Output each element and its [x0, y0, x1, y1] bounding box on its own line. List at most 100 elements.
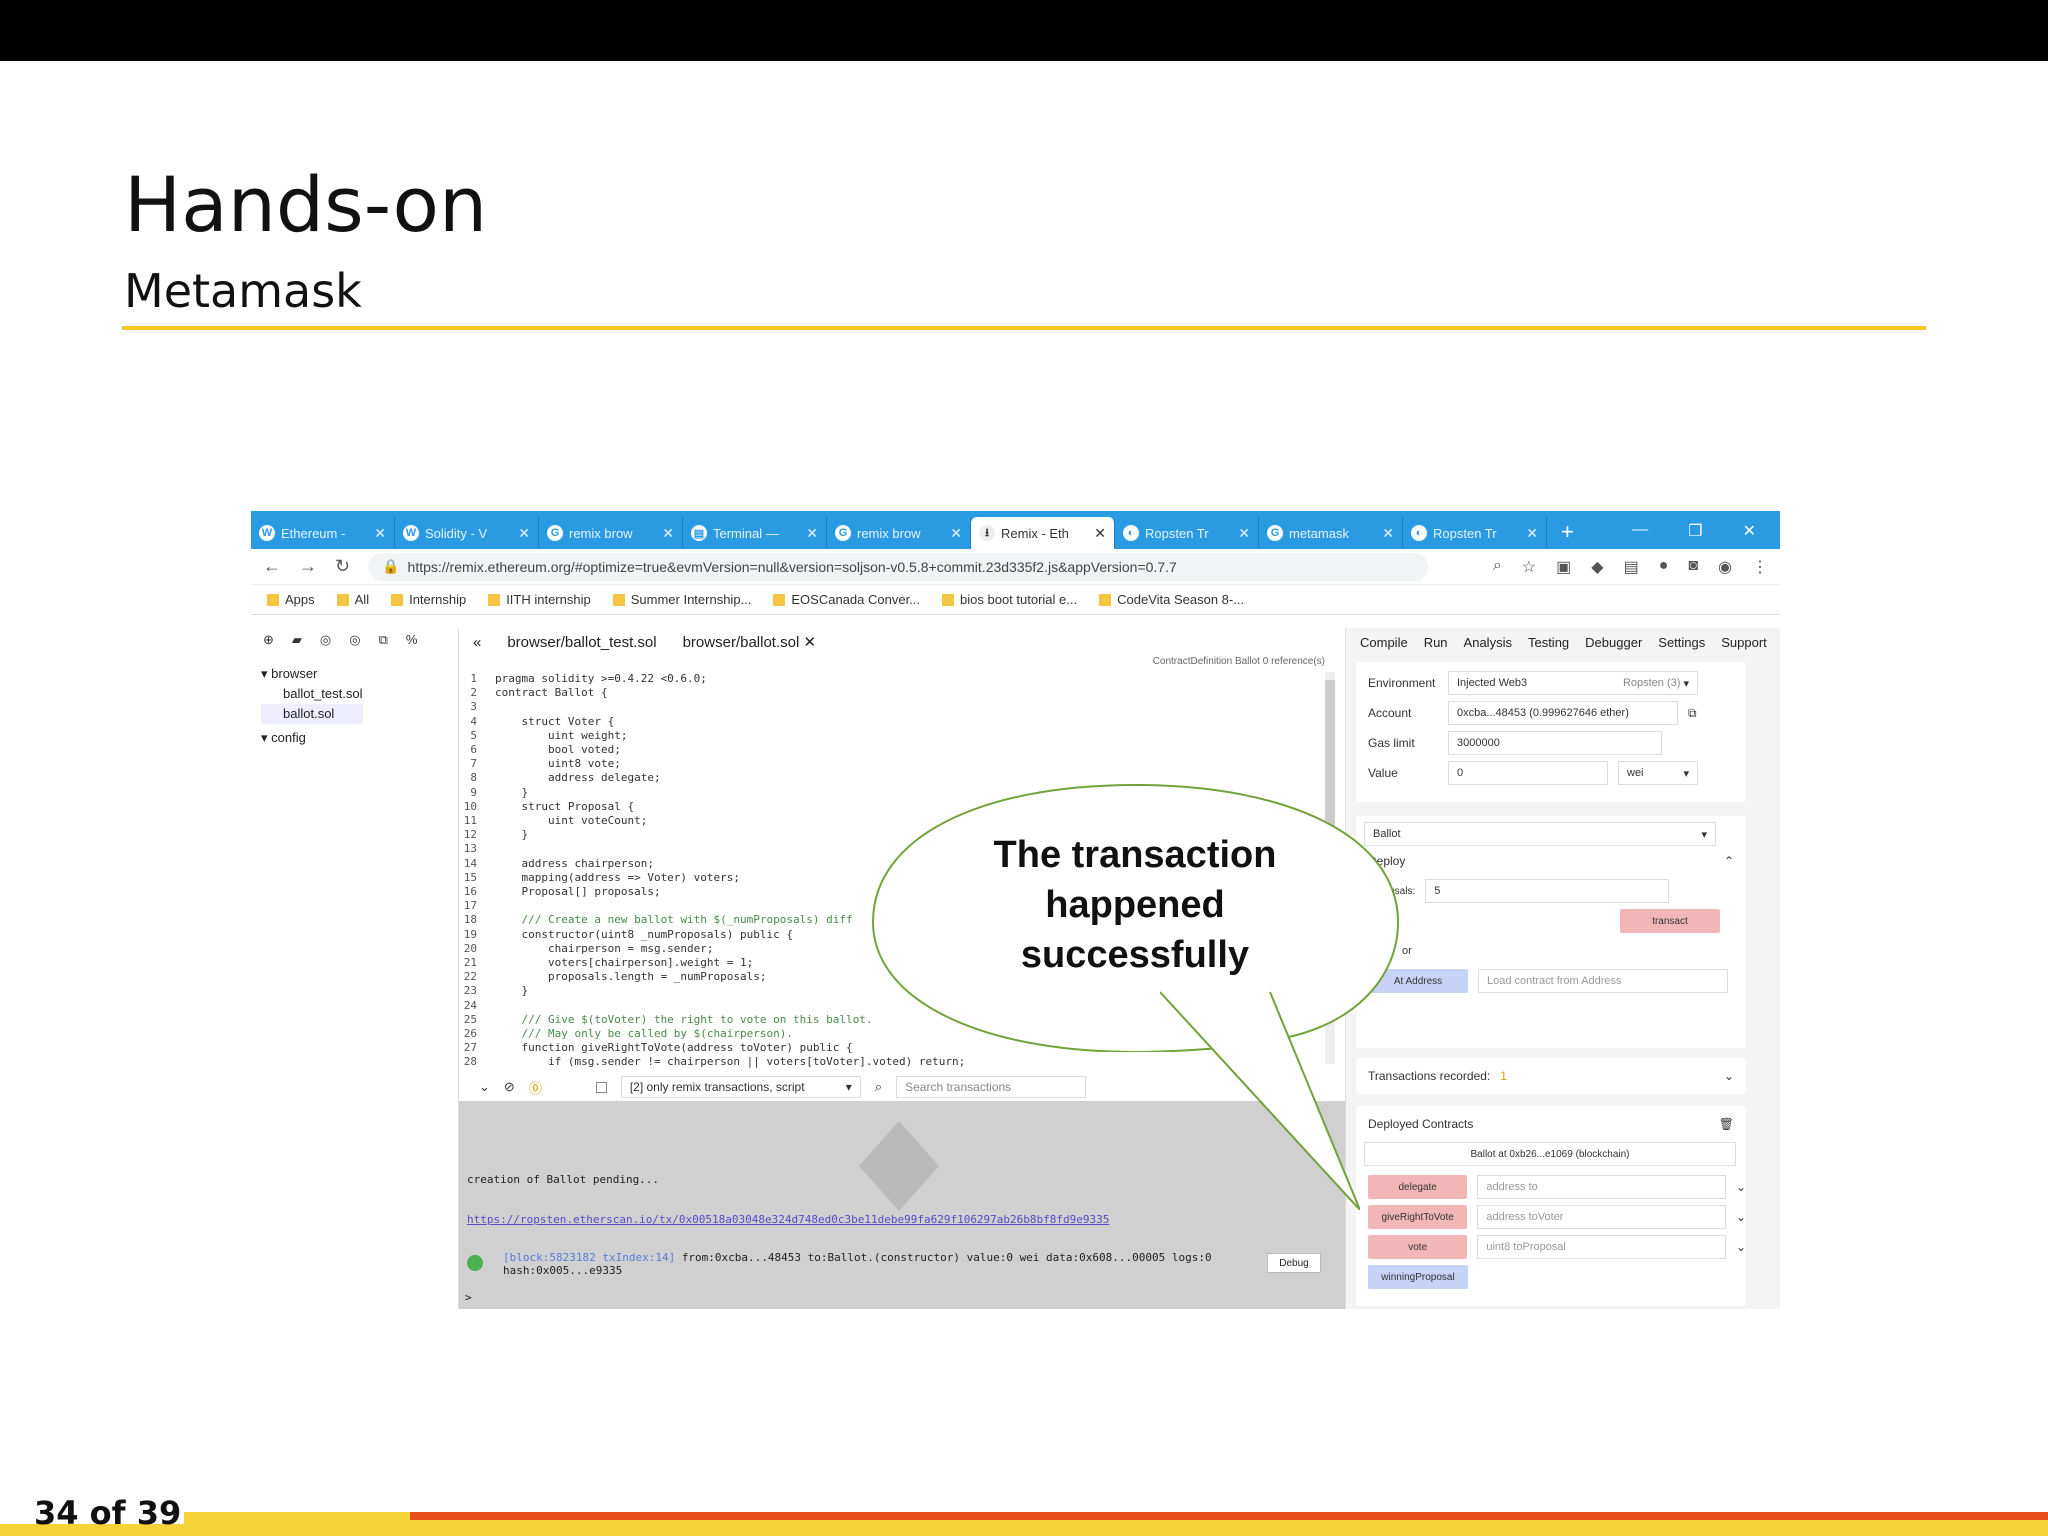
contract-select[interactable]: Ballot ▾ [1364, 822, 1716, 846]
run-tab[interactable]: Support [1721, 635, 1767, 650]
run-tab[interactable]: Settings [1658, 635, 1705, 650]
open-folder-icon[interactable]: ▰ [292, 632, 302, 648]
browser-tab[interactable]: ⭳ Remix - Eth ✕ [971, 517, 1115, 549]
chevron-down-icon[interactable]: ⌄ [1736, 1180, 1746, 1194]
function-input[interactable]: address toVoter [1477, 1205, 1726, 1229]
value-input[interactable]: 0 [1448, 761, 1608, 785]
copy-icon[interactable]: ⧉ [379, 632, 388, 648]
bookmark-item[interactable]: CodeVita Season 8-... [1099, 592, 1244, 607]
bookmark-item[interactable]: All [336, 592, 369, 607]
file-ballot-test[interactable]: ballot_test.sol [261, 684, 363, 704]
browser-tab[interactable]: W Ethereum - ✕ [251, 517, 395, 549]
tab-ballot-test[interactable]: browser/ballot_test.sol [507, 634, 656, 651]
slide-title: Hands-on [124, 160, 488, 249]
close-tab-icon[interactable]: ✕ [1526, 525, 1538, 542]
close-icon[interactable]: ✕ [803, 634, 816, 651]
deployed-instance[interactable]: Ballot at 0xb26...e1069 (blockchain) [1364, 1142, 1736, 1166]
metamask-icon[interactable]: ◆ [1591, 557, 1603, 577]
close-window-icon[interactable]: ✕ [1743, 521, 1756, 541]
collapse-terminal-icon[interactable]: ⌄ [479, 1079, 490, 1095]
transact-button[interactable]: transact [1620, 909, 1720, 933]
chevron-down-icon[interactable]: ⌄ [1736, 1210, 1746, 1224]
bookmark-item[interactable]: Internship [391, 592, 466, 607]
browser-tab[interactable]: ▤ Terminal — ✕ [683, 517, 827, 549]
search-transactions-input[interactable]: Search transactions [896, 1076, 1087, 1098]
transactions-recorded[interactable]: Transactions recorded: 1 ⌄ [1356, 1058, 1746, 1094]
browser-tab[interactable]: Gmetamask ✕ [1259, 517, 1403, 549]
file-ballot[interactable]: ballot.sol [261, 704, 363, 724]
debug-button[interactable]: Debug [1267, 1253, 1321, 1273]
close-tab-icon[interactable]: ✕ [662, 525, 674, 542]
gas-limit-input[interactable]: 3000000 [1448, 731, 1662, 755]
folder-config[interactable]: ▾ config [261, 728, 363, 748]
account-select[interactable]: 0xcba...48453 (0.999627646 ether) [1448, 701, 1678, 725]
function-button[interactable]: winningProposal [1368, 1265, 1468, 1289]
grammarly-icon[interactable]: ● [1659, 557, 1669, 577]
tx-log[interactable]: [block:5823182 txIndex:14] from:0xcba...… [503, 1251, 1212, 1277]
github-icon[interactable]: ◎ [349, 632, 360, 648]
minimize-icon[interactable]: — [1632, 521, 1648, 541]
run-tab[interactable]: Testing [1528, 635, 1569, 650]
bookmark-item[interactable]: bios boot tutorial e... [942, 592, 1077, 607]
extension-icon[interactable]: ▣ [1556, 557, 1571, 577]
url-field[interactable]: 🔒 https://remix.ethereum.org/#optimize=t… [368, 552, 1429, 581]
tab-ballot[interactable]: browser/ballot.sol ✕ [683, 633, 816, 651]
forward-icon[interactable]: → [299, 556, 317, 577]
restore-icon[interactable]: ❐ [1688, 521, 1702, 541]
clear-icon[interactable]: ⊘ [504, 1079, 515, 1095]
zoom-icon[interactable]: ⌕ [1493, 557, 1502, 577]
function-button[interactable]: giveRightToVote [1368, 1205, 1468, 1229]
unit-select[interactable]: wei ▾ [1618, 761, 1698, 785]
close-tab-icon[interactable]: ✕ [518, 525, 530, 542]
extension-icon[interactable]: ▤ [1624, 557, 1639, 577]
copy-icon[interactable]: ⧉ [1688, 706, 1697, 721]
run-tab[interactable]: Run [1424, 635, 1448, 650]
run-tab[interactable]: Analysis [1464, 635, 1512, 650]
function-button[interactable]: vote [1368, 1235, 1468, 1259]
function-button[interactable]: delegate [1368, 1175, 1468, 1199]
function-input[interactable]: address to [1477, 1175, 1726, 1199]
etherscan-link[interactable]: https://ropsten.etherscan.io/tx/0x00518a… [467, 1213, 1109, 1226]
at-address-input[interactable]: Load contract from Address [1478, 969, 1728, 993]
close-tab-icon[interactable]: ✕ [806, 525, 818, 542]
profile-icon[interactable]: ◉ [1718, 557, 1732, 577]
function-input[interactable]: uint8 toProposal [1477, 1235, 1726, 1259]
browser-tab[interactable]: W Solidity - V ✕ [395, 517, 539, 549]
close-tab-icon[interactable]: ✕ [1382, 525, 1394, 542]
add-file-icon[interactable]: ⊕ [263, 632, 274, 648]
github-icon[interactable]: ◎ [320, 632, 331, 648]
link-icon[interactable]: % [406, 632, 418, 648]
reload-icon[interactable]: ↻ [335, 556, 350, 577]
bookmark-item[interactable]: EOSCanada Conver... [773, 592, 920, 607]
camera-icon[interactable]: ◙ [1688, 557, 1698, 577]
close-tab-icon[interactable]: ✕ [374, 525, 386, 542]
browser-tab[interactable]: ◐ Ropsten Tr ✕ [1403, 517, 1547, 549]
folder-browser[interactable]: ▾ browser [261, 664, 363, 684]
deploy-card: Ballot▾ Deploy⌃ Proposals: 5 transact or… [1356, 816, 1746, 1048]
close-tab-icon[interactable]: ✕ [1238, 525, 1250, 542]
terminal-filter-select[interactable]: [2] only remix transactions, script ▾ [620, 1076, 861, 1098]
trash-icon[interactable]: 🗑 [1719, 1117, 1746, 1131]
close-tab-icon[interactable]: ✕ [1094, 525, 1106, 542]
new-tab-button[interactable]: + [1547, 519, 1588, 549]
browser-tab[interactable]: Gremix brow ✕ [827, 517, 971, 549]
proposals-input[interactable]: 5 [1425, 879, 1670, 903]
listen-checkbox[interactable] [595, 1081, 607, 1093]
contract-function-row: delegate address to ⌄ [1356, 1172, 1746, 1202]
menu-icon[interactable]: ⋮ [1752, 557, 1768, 577]
bookmark-item[interactable]: IITH internship [488, 592, 591, 607]
bookmark-item[interactable]: Summer Internship... [612, 592, 751, 607]
close-tab-icon[interactable]: ✕ [950, 525, 962, 542]
browser-tab[interactable]: ◐ Ropsten Tr ✕ [1115, 517, 1259, 549]
editor-context: ContractDefinition Ballot 0 reference(s) [1152, 656, 1325, 667]
terminal-prompt[interactable]: > [465, 1291, 472, 1304]
star-icon[interactable]: ☆ [1522, 557, 1536, 577]
browser-tab[interactable]: Gremix brow ✕ [539, 517, 683, 549]
chevron-down-icon[interactable]: ⌄ [1736, 1240, 1746, 1254]
collapse-icon[interactable]: « [473, 634, 481, 651]
back-icon[interactable]: ← [263, 556, 281, 577]
environment-select[interactable]: Injected Web3 Ropsten (3) ▾ [1448, 671, 1698, 695]
bookmark-item[interactable]: Apps [267, 592, 315, 607]
run-tab[interactable]: Debugger [1585, 635, 1642, 650]
run-tab[interactable]: Compile [1360, 635, 1408, 650]
